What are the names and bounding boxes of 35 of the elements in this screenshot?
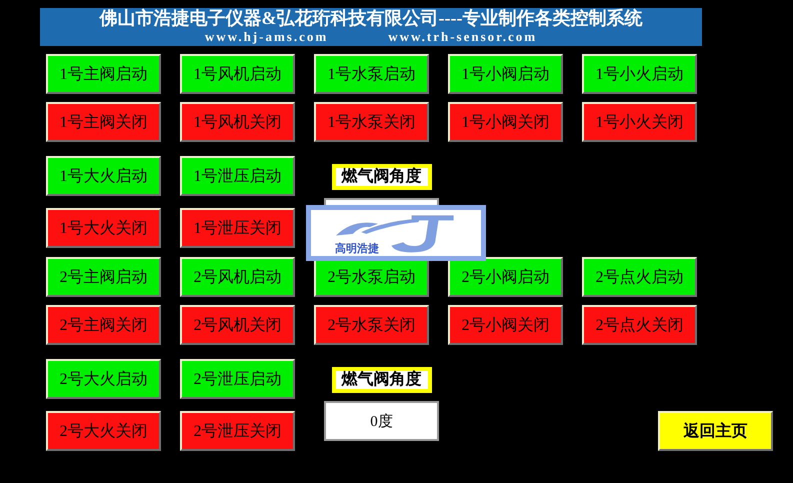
control-button[interactable]: 2号泄压启动 xyxy=(180,359,295,399)
control-button[interactable]: 2号泄压关闭 xyxy=(180,411,295,451)
control-button[interactable]: 2号水泵关闭 xyxy=(314,305,429,345)
control-button[interactable]: 1号水泵关闭 xyxy=(314,102,429,142)
company-title: 佛山市浩捷电子仪器&弘花珩科技有限公司----专业制作各类控制系统 xyxy=(98,8,644,29)
control-button[interactable]: 1号小火启动 xyxy=(582,54,697,94)
control-button[interactable]: 2号小阀启动 xyxy=(448,257,563,297)
control-button[interactable]: 2号点火启动 xyxy=(582,257,697,297)
control-button[interactable]: 2号风机关闭 xyxy=(180,305,295,345)
gauge-label: 燃气阀角度 xyxy=(332,367,432,393)
website-address: www.hj-ams.com xyxy=(204,29,328,45)
control-button[interactable]: 2号主阀关闭 xyxy=(46,305,161,345)
control-button[interactable]: 1号主阀关闭 xyxy=(46,102,161,142)
control-button[interactable]: 1号小阀启动 xyxy=(448,54,563,94)
control-button[interactable]: 1号风机启动 xyxy=(180,54,295,94)
control-button[interactable]: 1号大火启动 xyxy=(46,156,161,196)
value-display: 0度 xyxy=(324,401,439,441)
control-button[interactable]: 2号大火启动 xyxy=(46,359,161,399)
home-button[interactable]: 返回主页 xyxy=(658,411,773,451)
control-button[interactable]: 2号小阀关闭 xyxy=(448,305,563,345)
control-button[interactable]: 2号风机启动 xyxy=(180,257,295,297)
logo-caption: 高明浩捷 xyxy=(335,241,379,256)
control-button[interactable]: 1号水泵启动 xyxy=(314,54,429,94)
control-button[interactable]: 1号大火关闭 xyxy=(46,208,161,248)
control-button[interactable]: 1号泄压关闭 xyxy=(180,208,295,248)
control-button[interactable]: 1号主阀启动 xyxy=(46,54,161,94)
control-button[interactable]: 2号点火关闭 xyxy=(582,305,697,345)
control-button[interactable]: 1号风机关闭 xyxy=(180,102,295,142)
control-button[interactable]: 1号小阀关闭 xyxy=(448,102,563,142)
website-address: www.trh-sensor.com xyxy=(388,29,538,45)
control-button[interactable]: 1号泄压启动 xyxy=(180,156,295,196)
control-button[interactable]: 1号小火关闭 xyxy=(582,102,697,142)
control-button[interactable]: 2号大火关闭 xyxy=(46,411,161,451)
control-button[interactable]: 2号主阀启动 xyxy=(46,257,161,297)
gauge-label: 燃气阀角度 xyxy=(332,164,432,190)
